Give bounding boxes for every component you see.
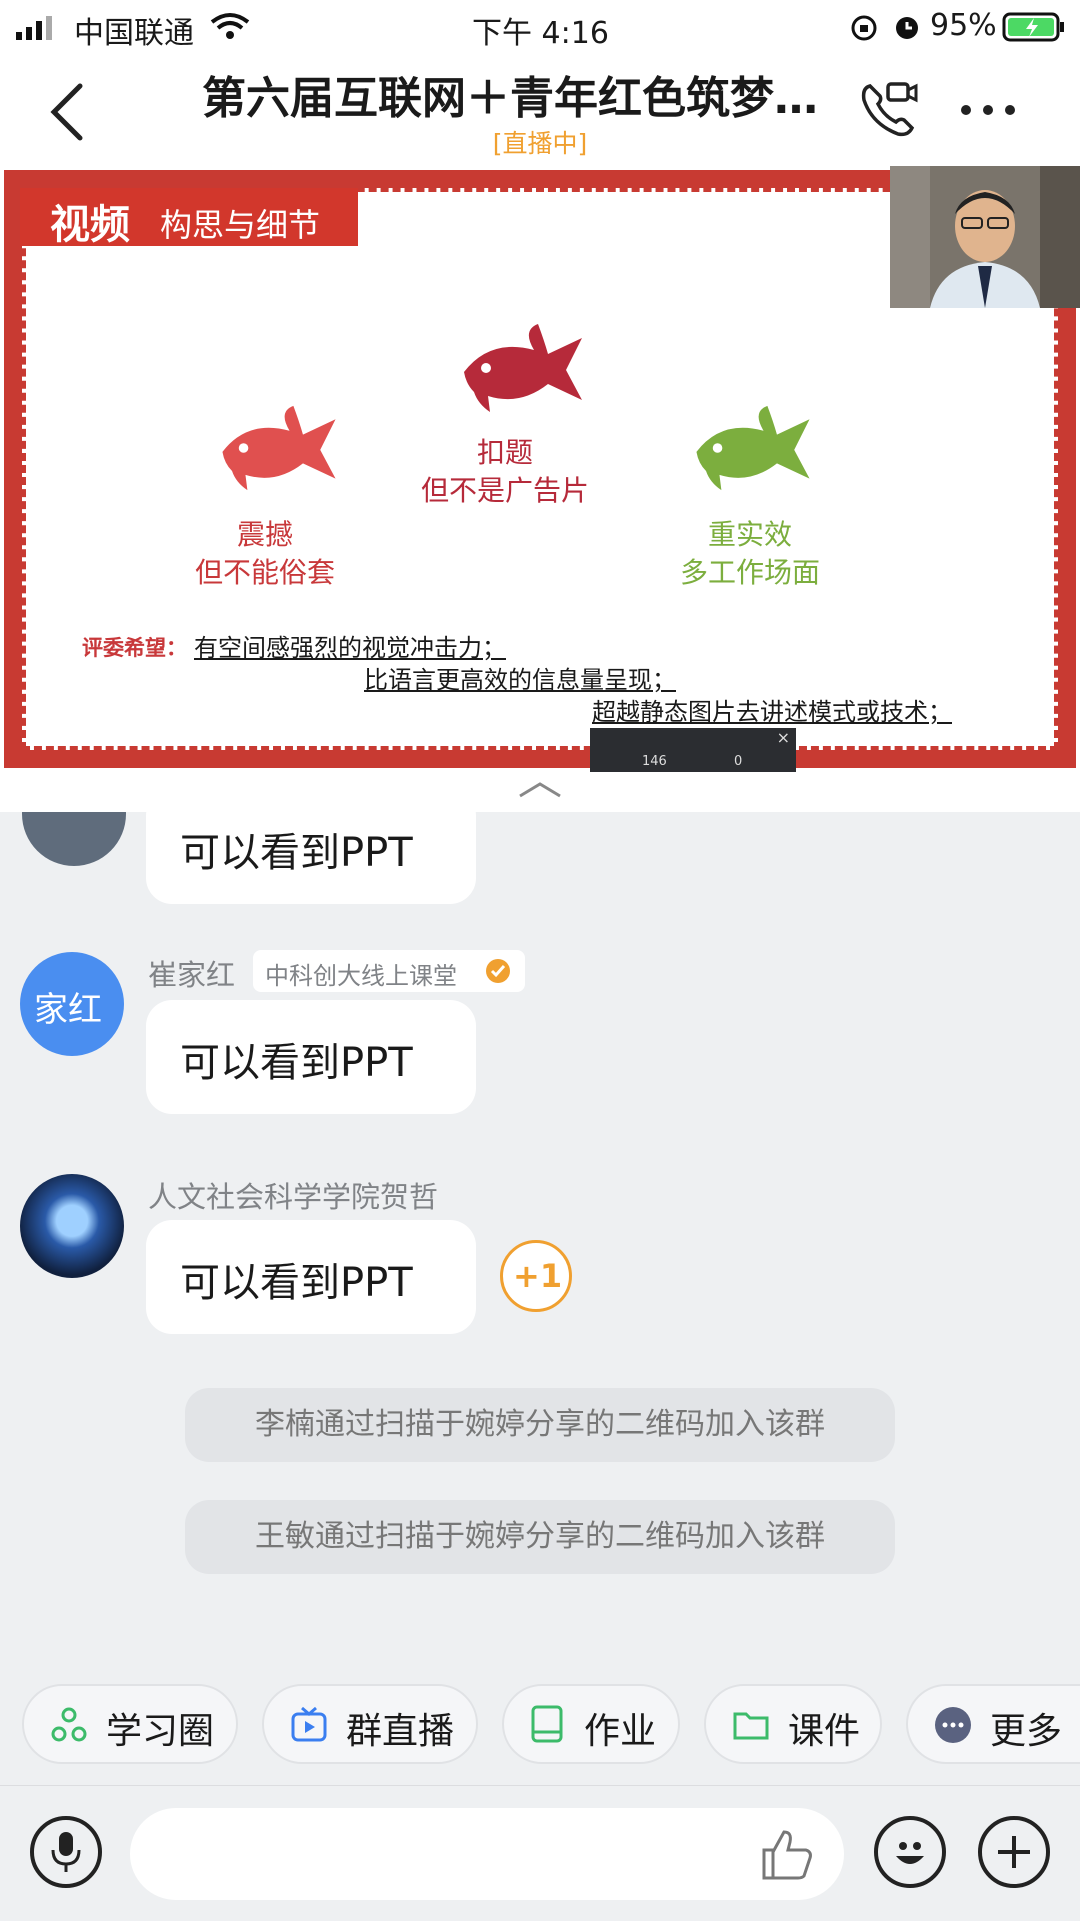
sender-org-badge: 中科创大线上课堂 xyxy=(253,950,525,992)
chat-list[interactable]: 可以看到PPT 家红 崔家红 中科创大线上课堂 可以看到PPT 人文社会科学学院… xyxy=(0,812,1080,1682)
fish-caption-top: 扣题 但不是广告片 xyxy=(400,434,610,510)
chip-label: 作业 xyxy=(584,1711,657,1752)
message-bubble[interactable]: 可以看到PPT xyxy=(146,812,476,904)
presenter-webcam[interactable] xyxy=(890,166,1080,308)
study-circle-icon xyxy=(51,1707,87,1742)
fish-caption-right: 重实效 多工作场面 xyxy=(640,516,860,592)
avatar[interactable]: 家红 xyxy=(20,952,124,1056)
sender-name: 人文社会科学学院贺哲 xyxy=(148,1180,439,1214)
fish-caption-left: 震撼 但不能俗套 xyxy=(160,516,370,592)
hope-label: 评委希望： xyxy=(82,635,187,660)
homework-button[interactable]: 作业 xyxy=(502,1684,680,1764)
overlay-value-b: 0 xyxy=(734,754,743,769)
voice-button[interactable] xyxy=(30,1816,102,1888)
caption-line: 但不是广告片 xyxy=(420,474,589,507)
input-bar xyxy=(0,1785,1080,1921)
avatar[interactable] xyxy=(22,812,126,866)
chip-label: 更多 xyxy=(990,1711,1063,1752)
folder-icon xyxy=(733,1712,769,1740)
smile-icon xyxy=(896,1842,924,1864)
alarm-icon xyxy=(896,17,918,39)
overlay-value-a: 146 xyxy=(642,754,667,769)
thumbs-up-icon[interactable] xyxy=(760,1828,814,1882)
chip-label: 学习圈 xyxy=(106,1711,215,1752)
battery-percent: 95% xyxy=(930,8,997,43)
status-bar: 中国联通 下午 4:16 95% xyxy=(0,0,1080,56)
hope-line-3: 超越静态图片去讲述模式或技术； xyxy=(592,698,952,726)
slide-heading-main: 视频 xyxy=(50,202,130,248)
avatar[interactable] xyxy=(20,1174,124,1278)
rotation-lock-icon xyxy=(851,15,877,41)
caption-line: 重实效 xyxy=(707,518,792,551)
presenter-image xyxy=(890,166,1080,308)
battery-icon xyxy=(1002,12,1064,42)
group-live-button[interactable]: 群直播 xyxy=(262,1684,478,1764)
message-text: 可以看到PPT xyxy=(180,1260,413,1306)
caption-line: 但不能俗套 xyxy=(194,556,335,589)
system-message: 李楠通过扫描于婉婷分享的二维码加入该群 xyxy=(185,1388,895,1462)
wifi-icon xyxy=(210,13,250,39)
chevron-up-icon[interactable] xyxy=(516,780,564,800)
carrier-label: 中国联通 xyxy=(74,16,194,51)
video-call-icon[interactable] xyxy=(858,78,920,140)
add-button[interactable] xyxy=(978,1816,1050,1888)
emoji-button[interactable] xyxy=(874,1816,946,1888)
book-icon xyxy=(531,1705,563,1743)
stream-overlay-panel: × 146 0 xyxy=(590,728,796,772)
fish-icon xyxy=(464,324,582,412)
more-options-icon[interactable] xyxy=(958,102,1018,118)
slide-heading-sub: 构思与细节 xyxy=(160,206,321,244)
more-button[interactable]: 更多 xyxy=(906,1684,1080,1764)
badge-text: 中科创大线上课堂 xyxy=(265,962,457,990)
chip-label: 群直播 xyxy=(346,1711,455,1752)
more-dots-icon xyxy=(935,1707,971,1743)
message-text: 可以看到PPT xyxy=(180,830,413,876)
caption-line: 震撼 xyxy=(236,518,293,551)
courseware-button[interactable]: 课件 xyxy=(704,1684,882,1764)
sender-name: 崔家红 xyxy=(148,958,236,992)
plus-one-label: +1 xyxy=(513,1257,563,1295)
message-bubble[interactable]: 可以看到PPT xyxy=(146,1000,476,1114)
system-message: 王敏通过扫描于婉婷分享的二维码加入该群 xyxy=(185,1500,895,1574)
verified-icon xyxy=(486,959,510,983)
nav-bar: 第六届互联网＋青年红色筑梦… [直播中] xyxy=(0,56,1080,166)
message-bubble[interactable]: 可以看到PPT xyxy=(146,1220,476,1334)
live-status: [直播中] xyxy=(492,129,588,158)
plus-one-button[interactable]: +1 xyxy=(500,1240,572,1312)
hope-line-1: 有空间感强烈的视觉冲击力； xyxy=(194,634,506,662)
hope-line-2: 比语言更高效的信息量呈现； xyxy=(364,666,676,694)
message-text: 可以看到PPT xyxy=(180,1040,413,1086)
caption-line: 多工作场面 xyxy=(679,556,820,589)
fish-icon xyxy=(696,405,810,491)
collapse-video-handle[interactable] xyxy=(0,772,1080,812)
back-arrow-icon[interactable] xyxy=(46,82,86,142)
overlay-close-icon[interactable]: × xyxy=(777,728,790,747)
fish-icon xyxy=(222,405,336,491)
live-tv-icon xyxy=(291,1706,327,1742)
plus-icon xyxy=(998,1836,1030,1868)
microphone-icon xyxy=(51,1832,81,1872)
avatar-text: 家红 xyxy=(34,990,102,1030)
chip-label: 课件 xyxy=(788,1711,861,1752)
study-circle-button[interactable]: 学习圈 xyxy=(22,1684,238,1764)
message-input[interactable] xyxy=(130,1808,844,1900)
live-video[interactable]: 视频 构思与细节 扣题 但不是广告片 震撼 但不能俗套 重实效 多工作场面 评委… xyxy=(0,166,1080,772)
clock: 下午 4:16 xyxy=(472,16,609,51)
chat-title: 第六届互联网＋青年红色筑梦… xyxy=(202,73,818,124)
slide-heading: 视频 构思与细节 xyxy=(20,188,358,248)
signal-icon xyxy=(16,16,52,40)
caption-line: 扣题 xyxy=(476,436,533,469)
